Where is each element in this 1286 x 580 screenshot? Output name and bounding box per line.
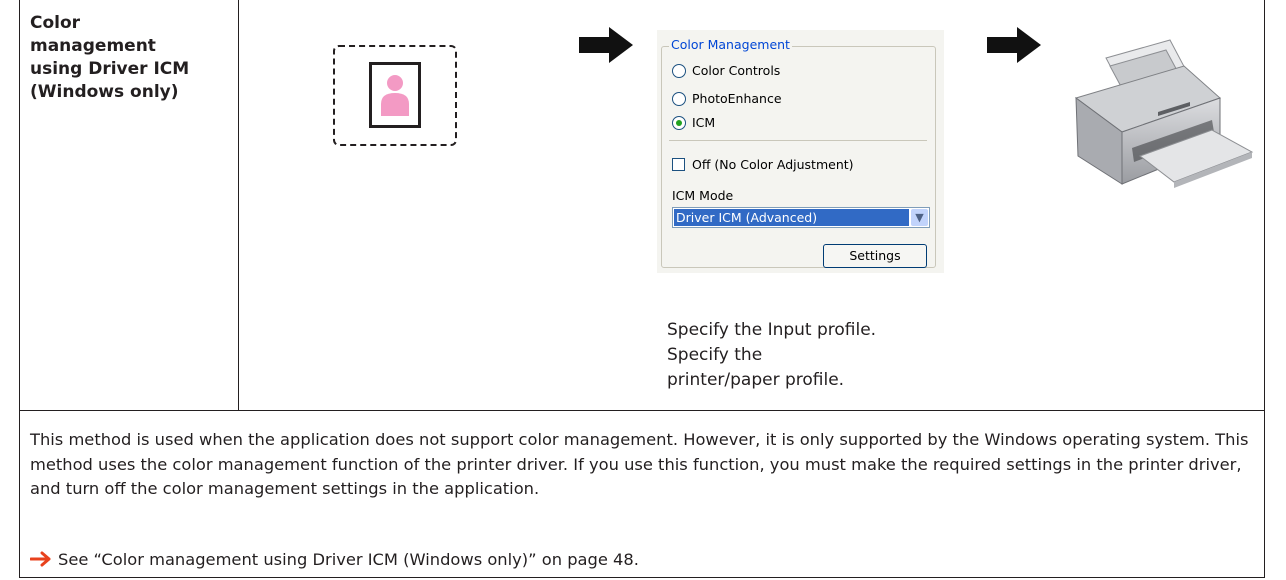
page-reference-link[interactable]: See “Color management using Driver ICM (…	[58, 550, 639, 569]
description-paragraph: This method is used when the application…	[30, 430, 1249, 498]
radio-button[interactable]	[672, 64, 686, 78]
group-title: Color Management	[669, 37, 792, 52]
chevron-down-icon[interactable]: ▼	[911, 209, 928, 226]
checkbox-label: Off (No Color Adjustment)	[692, 157, 854, 172]
icm-mode-label: ICM Mode	[672, 188, 734, 203]
radio-button[interactable]	[672, 92, 686, 106]
settings-button[interactable]: Settings	[823, 244, 927, 268]
reference-arrow-icon	[29, 551, 51, 567]
profile-caption: Specify the Input profile. Specify the p…	[667, 318, 987, 393]
arrow-right-icon	[579, 27, 633, 63]
printer-icon	[1074, 39, 1254, 188]
group-separator	[669, 140, 927, 141]
radio-label: ICM	[692, 115, 716, 130]
radio-photoenhance[interactable]: PhotoEnhance	[672, 91, 932, 109]
document-icon	[369, 62, 421, 128]
icm-mode-value: Driver ICM (Advanced)	[674, 209, 909, 226]
checkbox[interactable]	[672, 158, 685, 171]
off-no-color-adjustment-checkbox[interactable]: Off (No Color Adjustment)	[672, 157, 932, 175]
radio-label: PhotoEnhance	[692, 91, 782, 106]
radio-label: Color Controls	[692, 63, 781, 78]
radio-button-selected[interactable]	[672, 116, 686, 130]
row-title: Color management using Driver ICM (Windo…	[30, 13, 190, 102]
description-text: This method is used when the application…	[30, 428, 1258, 502]
column-divider	[238, 0, 239, 410]
radio-color-controls[interactable]: Color Controls	[672, 63, 932, 81]
caption-line: printer/paper profile.	[667, 370, 845, 390]
radio-icm[interactable]: ICM	[672, 115, 932, 133]
caption-line: Specify the Input profile.	[667, 320, 877, 340]
row-divider	[19, 410, 1265, 411]
arrow-right-icon	[987, 27, 1041, 63]
icm-mode-select[interactable]: Driver ICM (Advanced) ▼	[672, 207, 930, 228]
caption-line: Specify the	[667, 345, 763, 365]
color-management-dialog: Color Management Color Controls PhotoEnh…	[657, 30, 944, 273]
page-reference[interactable]: See “Color management using Driver ICM (…	[29, 550, 639, 569]
